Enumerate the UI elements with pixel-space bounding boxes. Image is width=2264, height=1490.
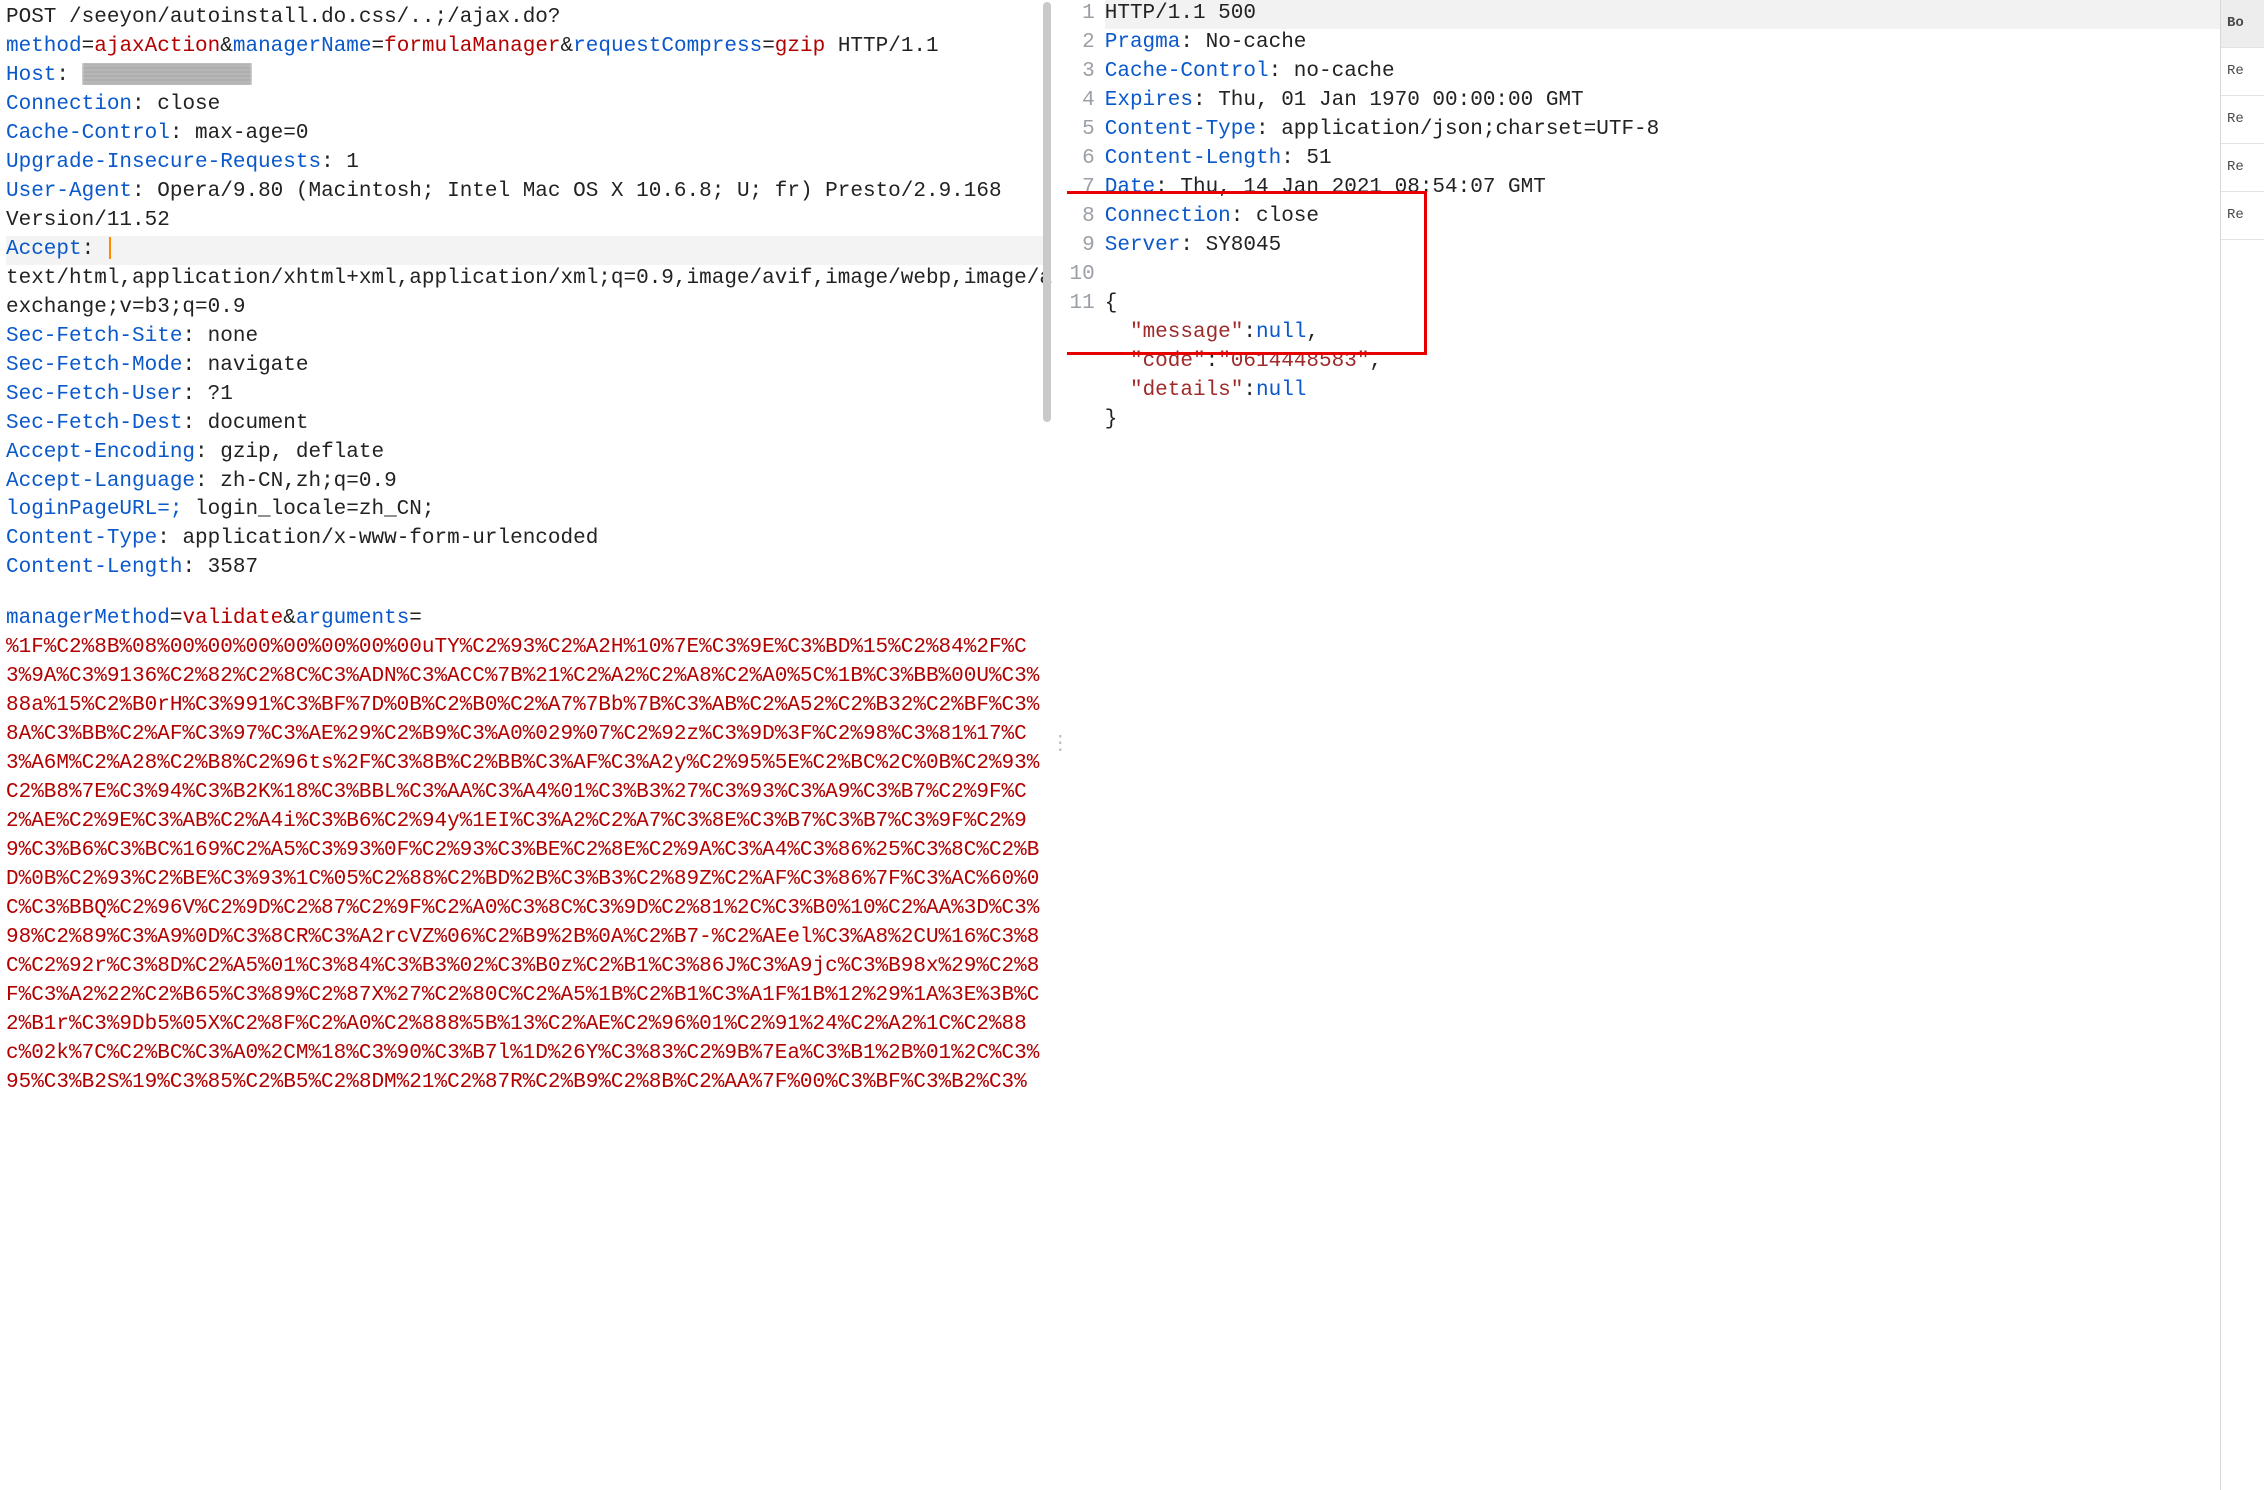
- response-sidebar-tabs: Bo Re Re Re Re: [2220, 0, 2264, 1490]
- sidebar-tab-4[interactable]: Re: [2221, 192, 2264, 240]
- response-text[interactable]: HTTP/1.1 500 Pragma: No-cache Cache-Cont…: [1103, 0, 2220, 1490]
- scrollbar[interactable]: [1043, 2, 1051, 422]
- sidebar-tab-0[interactable]: Bo: [2221, 0, 2264, 48]
- sidebar-tab-3[interactable]: Re: [2221, 144, 2264, 192]
- encoded-payload[interactable]: %1F%C2%8B%08%00%00%00%00%00%00%00uTY%C2%…: [6, 634, 1047, 1098]
- status-line: HTTP/1.1 500: [1105, 2, 1256, 25]
- sidebar-tab-2[interactable]: Re: [2221, 96, 2264, 144]
- request-pane[interactable]: POST /seeyon/autoinstall.do.css/..;/ajax…: [0, 0, 1053, 1490]
- line-number-gutter: 1 2 3 4 5 6 7 8 9 10 11: [1067, 0, 1103, 1490]
- request-line[interactable]: POST /seeyon/autoinstall.do.css/..;/ajax…: [6, 4, 1047, 62]
- request-headers[interactable]: Host: Connection: close Cache-Control: m…: [6, 62, 1047, 583]
- http-message-viewer: POST /seeyon/autoinstall.do.css/..;/ajax…: [0, 0, 2264, 1490]
- http-method: POST: [6, 6, 56, 29]
- response-pane[interactable]: 1 2 3 4 5 6 7 8 9 10 11 HTTP/1.1 500 Pra…: [1067, 0, 2264, 1490]
- sidebar-tab-1[interactable]: Re: [2221, 48, 2264, 96]
- text-caret: [109, 237, 111, 259]
- response-body-json[interactable]: { "message":null, "code":"0614448583", "…: [1105, 290, 2220, 435]
- request-body[interactable]: managerMethod=validate&arguments= %1F%C2…: [6, 605, 1047, 1097]
- redacted-host: [82, 63, 252, 85]
- pane-splitter[interactable]: ⋮: [1053, 0, 1067, 1490]
